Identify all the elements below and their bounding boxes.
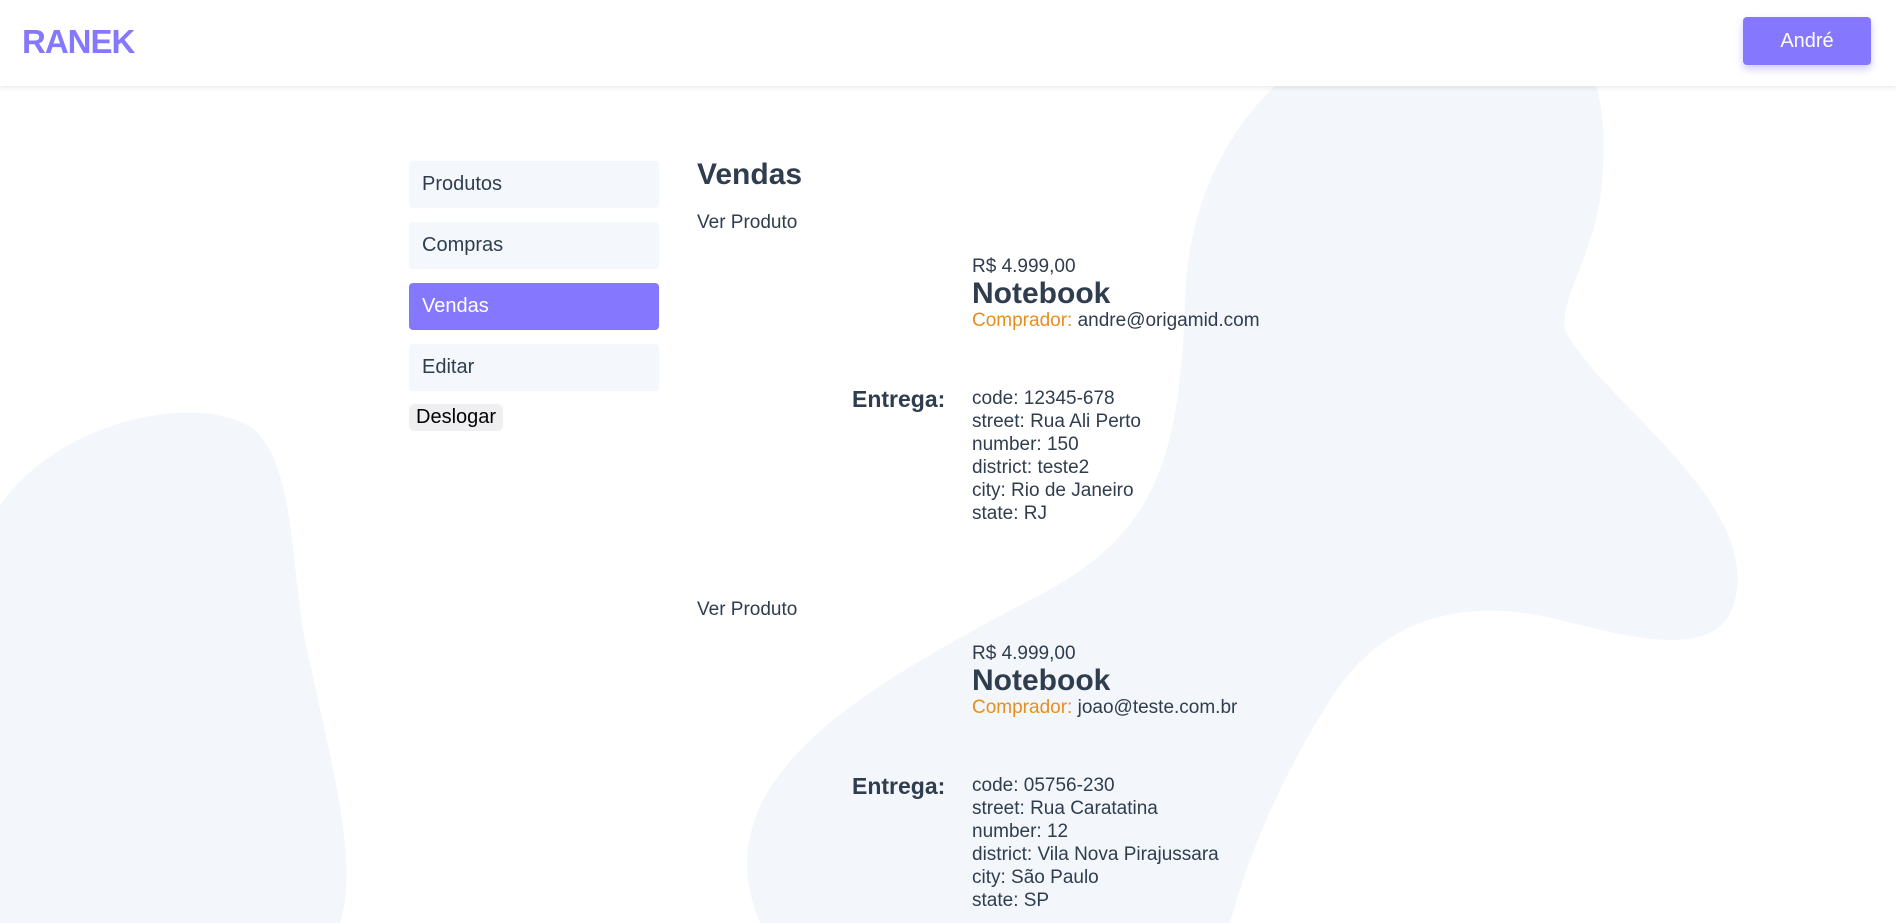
view-product-link[interactable]: Ver Produto	[697, 212, 797, 234]
user-account-button[interactable]: André	[1743, 17, 1871, 65]
sale-summary: R$ 4.999,00 Notebook Comprador: joao@tes…	[972, 643, 1237, 719]
product-price: R$ 4.999,00	[972, 643, 1076, 664]
address-line: number: 150	[972, 434, 1079, 455]
sidebar-item-produtos[interactable]: Produtos	[409, 161, 659, 208]
buyer-line: Comprador: joao@teste.com.br	[972, 697, 1237, 719]
view-product-link[interactable]: Ver Produto	[697, 599, 797, 621]
address-line: number: 12	[972, 821, 1069, 842]
delivery-address: code: 12345-678 street: Rua Ali Perto nu…	[972, 387, 1141, 525]
address-line: district: Vila Nova Pirajussara	[972, 844, 1219, 865]
sidebar-item-editar[interactable]: Editar	[409, 344, 659, 391]
sale-item: Ver Produto R$ 4.999,00 Notebook Comprad…	[697, 599, 1497, 911]
delivery-address: code: 05756-230 street: Rua Caratatina n…	[972, 774, 1219, 912]
logout-button[interactable]: Deslogar	[409, 404, 504, 431]
address-line: street: Rua Caratatina	[972, 798, 1158, 819]
address-line: street: Rua Ali Perto	[972, 411, 1141, 432]
address-line: code: 05756-230	[972, 775, 1115, 796]
address-line: city: Rio de Janeiro	[972, 480, 1134, 501]
delivery-label: Entrega:	[852, 773, 946, 799]
address-line: district: teste2	[972, 457, 1090, 478]
sidebar-item-vendas[interactable]: Vendas	[409, 283, 659, 330]
ranek-logo[interactable]: RANEK	[22, 26, 136, 56]
sale-summary: R$ 4.999,00 Notebook Comprador: andre@or…	[972, 256, 1260, 332]
buyer-email: joao@teste.com.br	[1077, 697, 1238, 718]
account-sidebar: Produtos Compras Vendas Editar Deslogar	[409, 161, 659, 431]
page-title: Vendas	[697, 158, 803, 191]
product-name: Notebook	[972, 277, 1111, 310]
delivery-label: Entrega:	[852, 386, 946, 412]
buyer-label: Comprador:	[972, 697, 1073, 718]
address-line: city: São Paulo	[972, 867, 1099, 888]
address-line: state: SP	[972, 890, 1050, 911]
address-line: state: RJ	[972, 503, 1047, 524]
buyer-line: Comprador: andre@origamid.com	[972, 310, 1260, 332]
top-header: RANEK André	[0, 0, 1896, 86]
buyer-label: Comprador:	[972, 310, 1073, 331]
sales-content: Vendas Ver Produto R$ 4.999,00 Notebook …	[697, 158, 1497, 911]
product-price: R$ 4.999,00	[972, 256, 1076, 277]
svg-text:RANEK: RANEK	[22, 26, 136, 56]
sale-item: Ver Produto R$ 4.999,00 Notebook Comprad…	[697, 212, 1497, 599]
sidebar-item-compras[interactable]: Compras	[409, 222, 659, 269]
buyer-email: andre@origamid.com	[1077, 310, 1260, 331]
product-name: Notebook	[972, 664, 1111, 697]
address-line: code: 12345-678	[972, 388, 1115, 409]
